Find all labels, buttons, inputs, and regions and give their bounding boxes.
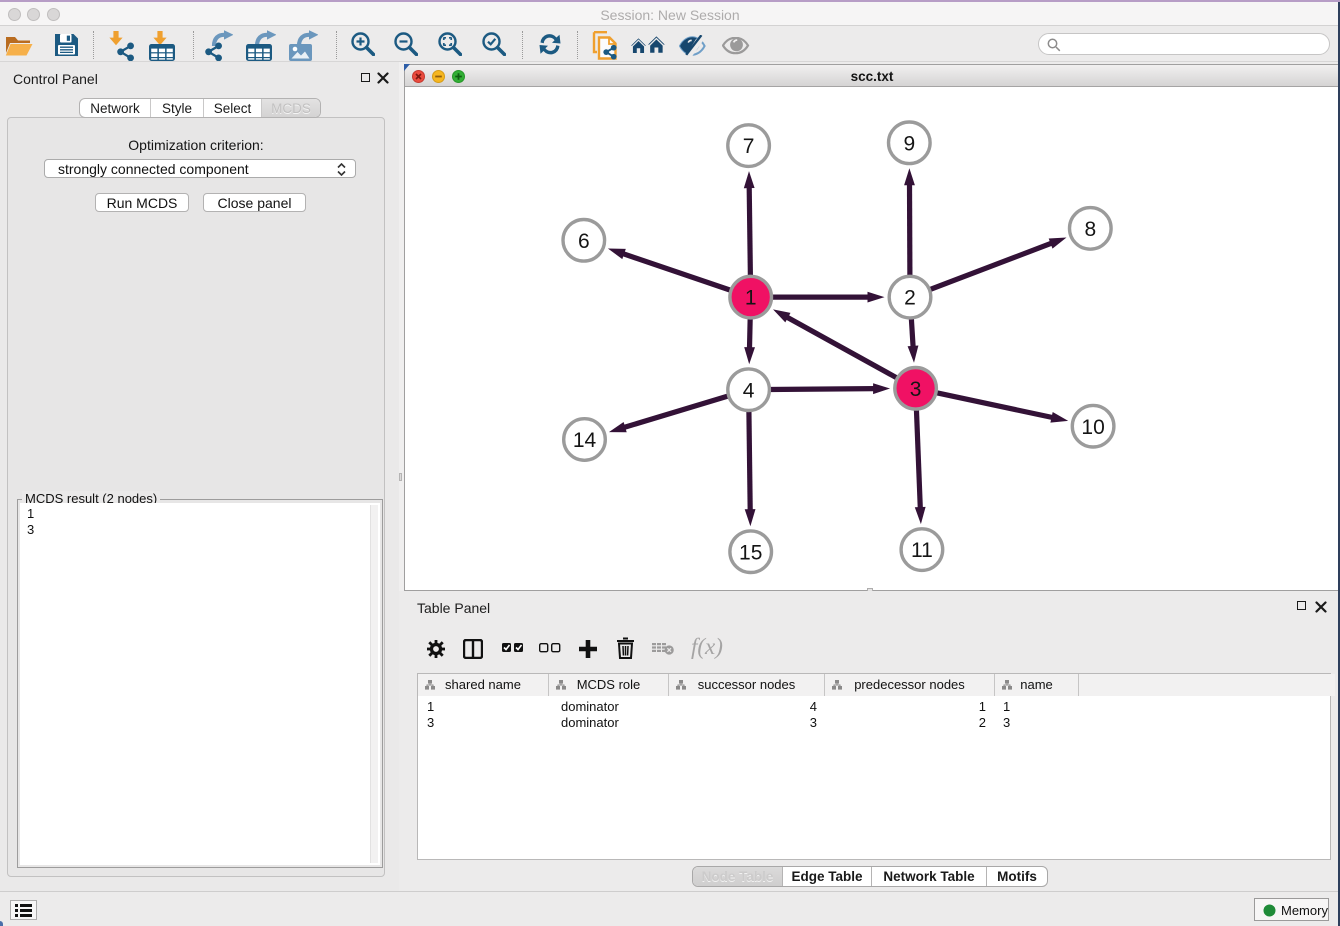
svg-text:10: 10 [1081,416,1104,439]
svg-text:15: 15 [739,541,762,564]
svg-text:7: 7 [743,135,755,158]
svg-text:4: 4 [743,379,755,402]
svg-text:9: 9 [903,132,915,155]
svg-text:1: 1 [745,287,757,310]
svg-text:2: 2 [904,287,916,310]
svg-text:11: 11 [911,539,933,562]
svg-text:14: 14 [573,429,597,452]
svg-text:3: 3 [910,378,922,401]
svg-text:6: 6 [578,230,590,253]
svg-text:8: 8 [1084,218,1096,241]
